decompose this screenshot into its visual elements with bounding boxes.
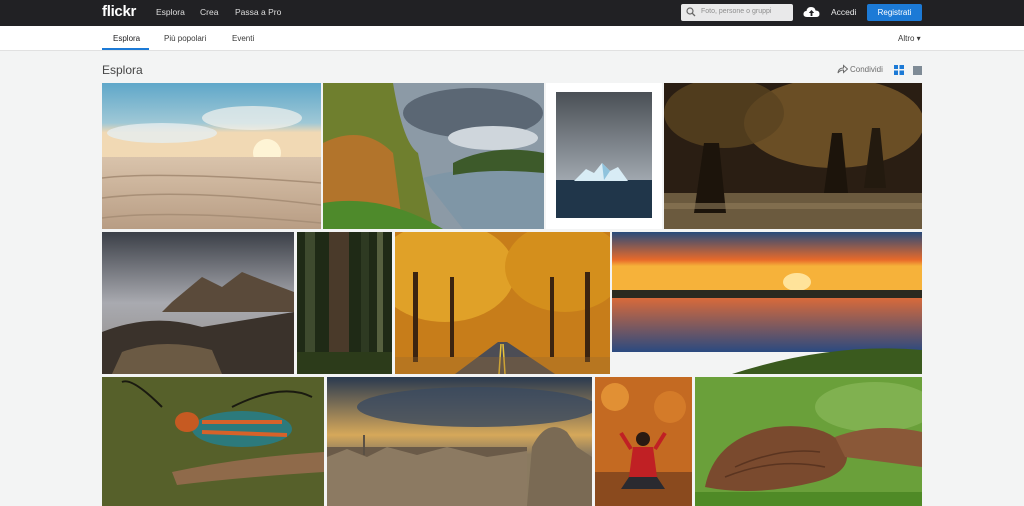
single-view-icon[interactable]: [913, 66, 922, 75]
top-bar: flickr Esplora Crea Passa a Pro Foto, pe…: [0, 0, 1024, 26]
nav-esplora[interactable]: Esplora: [156, 7, 185, 17]
nav-passa-a-pro[interactable]: Passa a Pro: [235, 7, 281, 17]
photo-forest-trunks[interactable]: [297, 232, 392, 374]
search-placeholder: Foto, persone o gruppi: [701, 8, 772, 15]
share-label: Condividi: [850, 65, 883, 74]
photo-rocky-coast[interactable]: [102, 232, 294, 374]
photo-beetle[interactable]: [102, 377, 324, 506]
tab-eventi[interactable]: Eventi: [232, 34, 254, 43]
search-icon: [686, 7, 696, 17]
flickr-logo[interactable]: flickr: [102, 3, 136, 20]
tab-piu-popolari[interactable]: Più popolari: [164, 34, 206, 43]
photo-lake-sunset[interactable]: [612, 232, 922, 374]
share-button[interactable]: Condividi: [837, 64, 883, 74]
grid-view-icon[interactable]: [894, 65, 904, 75]
photo-river-landscape[interactable]: [323, 83, 544, 229]
login-link[interactable]: Accedi: [831, 7, 857, 17]
tab-esplora[interactable]: Esplora: [113, 34, 140, 43]
photo-cypress-swamp[interactable]: [664, 83, 922, 229]
search-input[interactable]: Foto, persone o gruppi: [681, 4, 793, 21]
more-menu[interactable]: Altro ▾: [898, 34, 921, 43]
photo-beach-sunset[interactable]: [102, 83, 321, 229]
sub-navigation: Esplora Più popolari Eventi Altro ▾: [0, 26, 1024, 51]
active-tab-indicator: [102, 48, 149, 50]
nav-crea[interactable]: Crea: [200, 7, 218, 17]
photo-mushroom[interactable]: [695, 377, 922, 506]
photo-autumn-leaves-person[interactable]: [595, 377, 692, 506]
cloud-upload-icon[interactable]: [803, 5, 820, 20]
photo-iceberg[interactable]: [546, 83, 662, 229]
photo-autumn-road[interactable]: [395, 232, 610, 374]
signup-button[interactable]: Registrati: [867, 4, 922, 21]
page-title: Esplora: [102, 63, 143, 77]
photo-paris-gargoyle[interactable]: [327, 377, 592, 506]
share-arrow-icon: [837, 64, 849, 74]
